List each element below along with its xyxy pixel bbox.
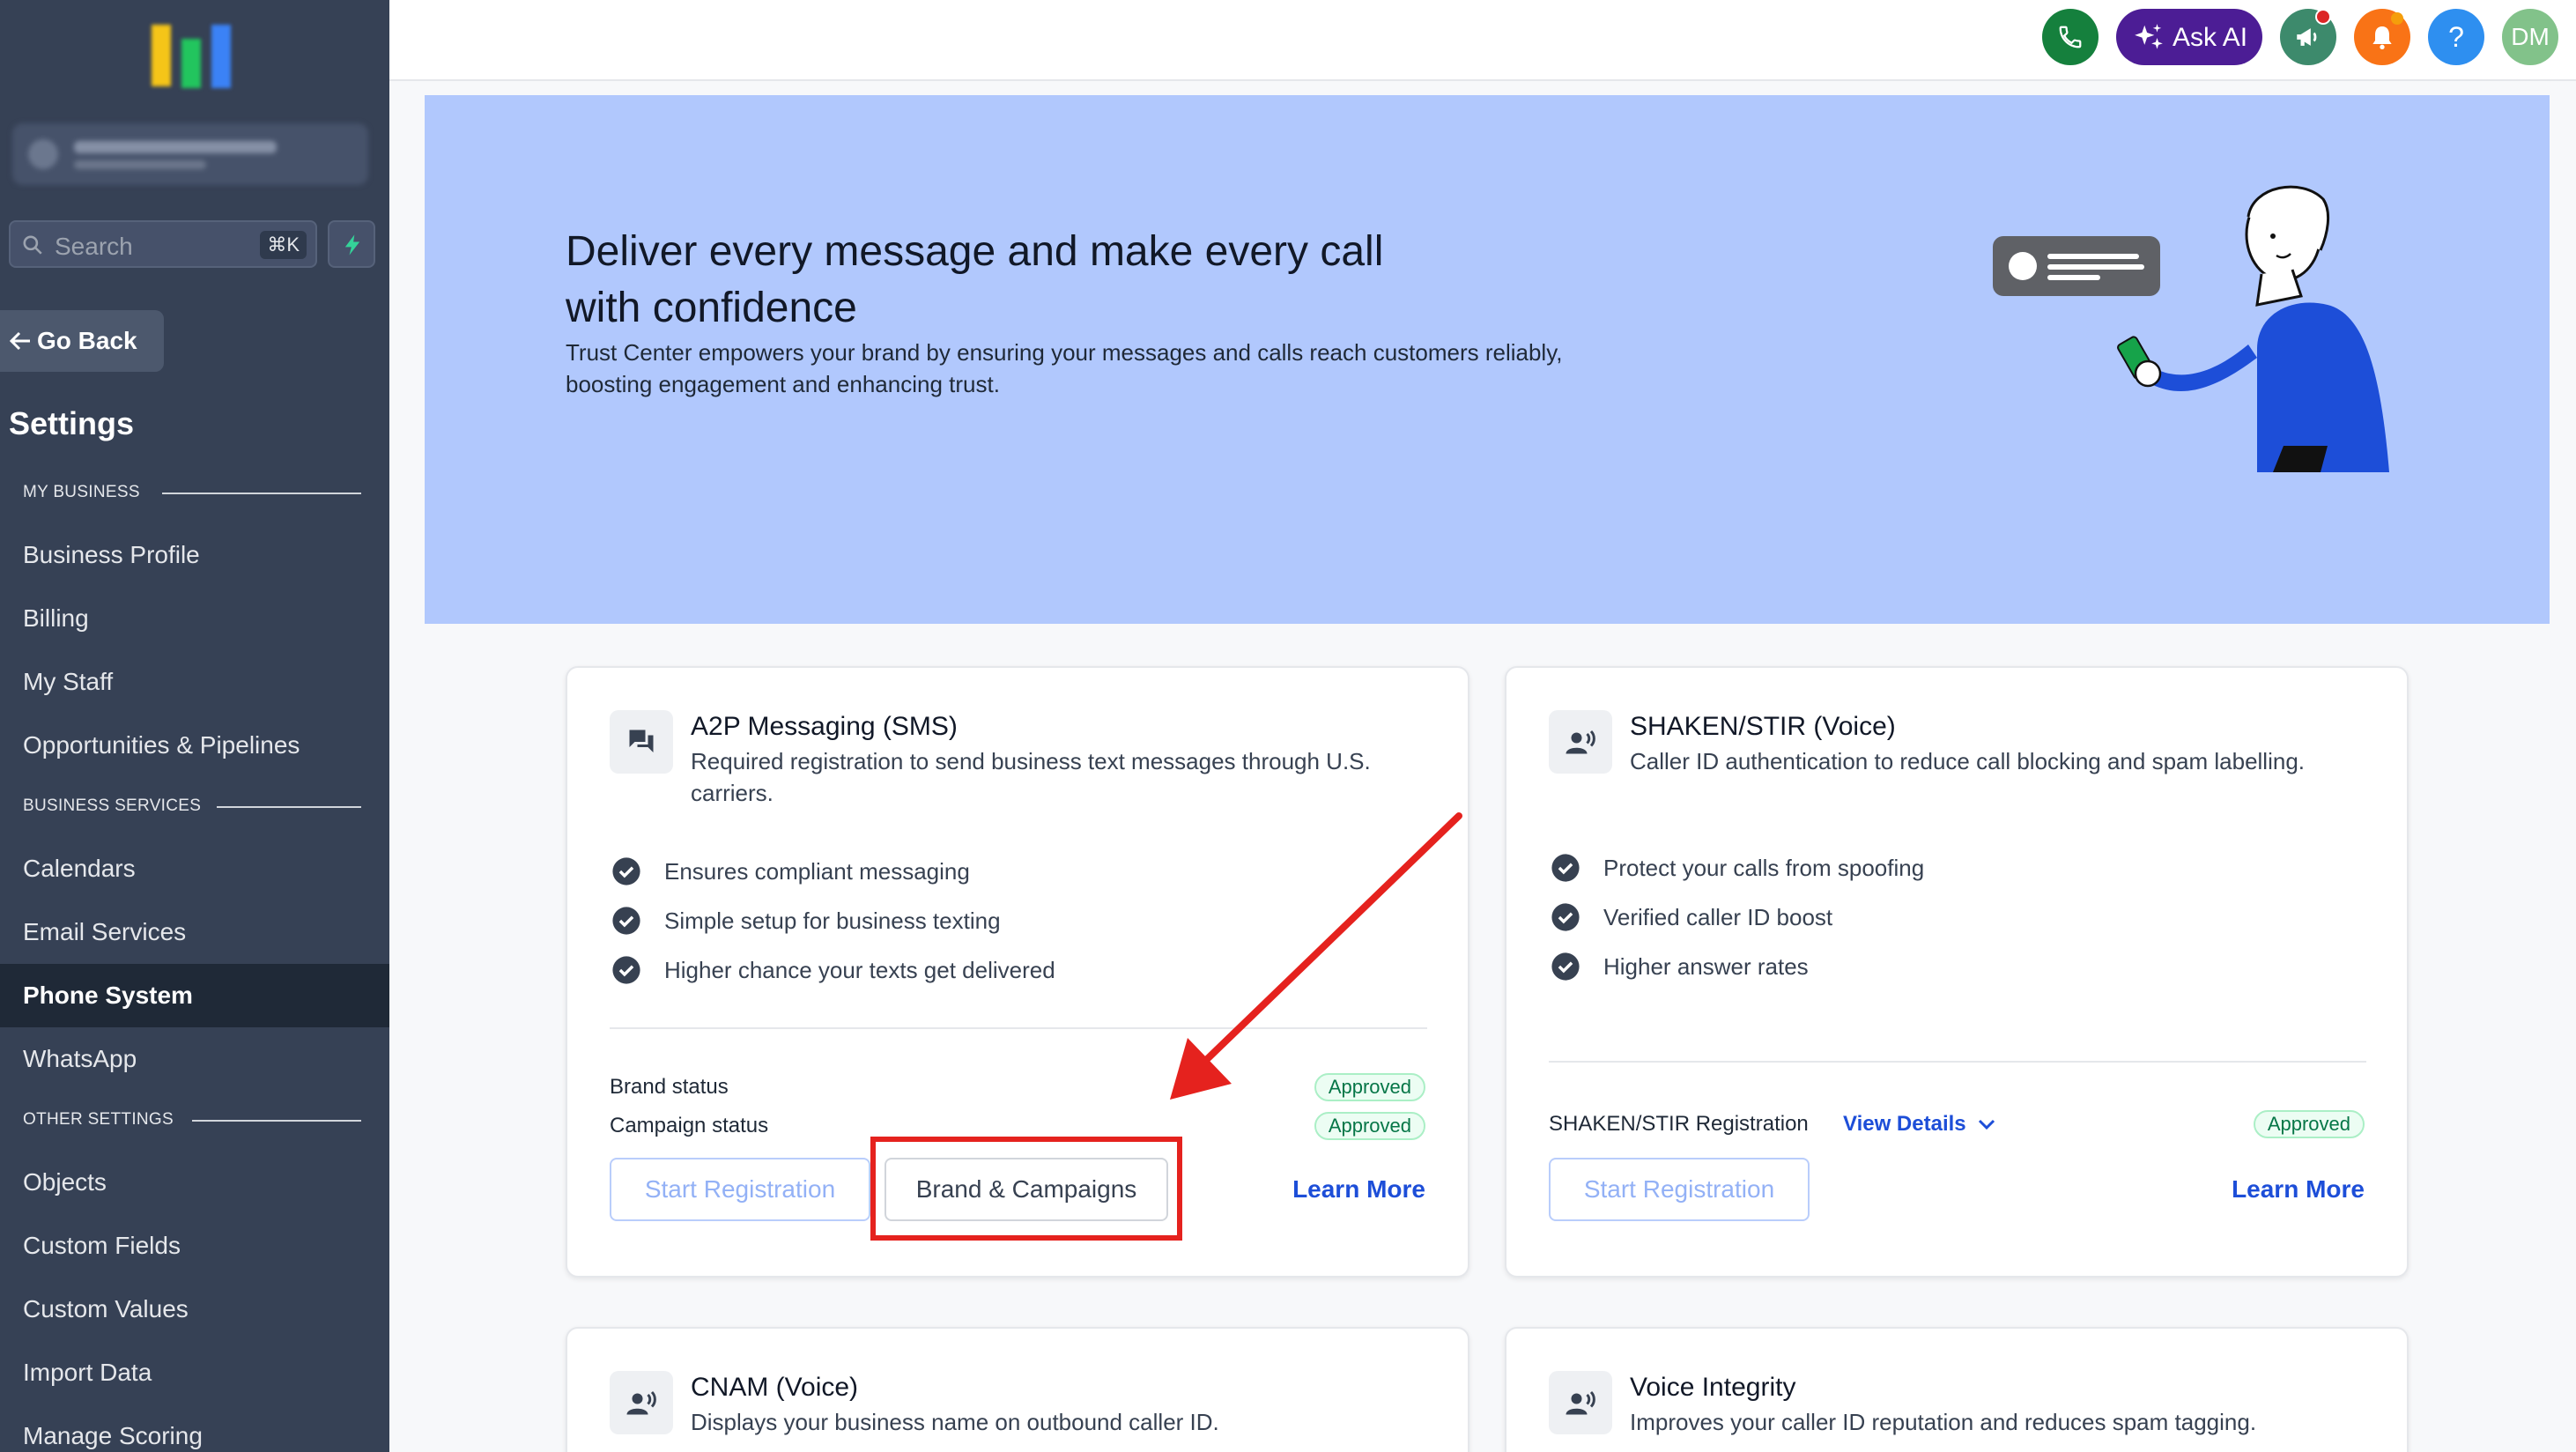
section-label: BUSINESS SERVICES xyxy=(23,796,202,815)
card-description: Displays your business name on outbound … xyxy=(691,1409,1219,1435)
sidebar-item-opportunities[interactable]: Opportunities & Pipelines xyxy=(0,714,389,777)
arrow-left-icon xyxy=(9,331,30,351)
check-circle-icon xyxy=(1551,854,1580,882)
feature-label: Protect your calls from spoofing xyxy=(1603,855,1925,881)
card-icon-container xyxy=(610,1371,673,1434)
feature-label: Simple setup for business texting xyxy=(664,908,1001,934)
start-registration-button[interactable]: Start Registration xyxy=(1549,1158,1810,1221)
voice-integrity-card: Voice Integrity Improves your caller ID … xyxy=(1505,1327,2409,1452)
check-circle-icon xyxy=(612,907,640,935)
go-back-button[interactable]: Go Back xyxy=(0,310,164,372)
section-label: MY BUSINESS xyxy=(23,483,140,501)
notification-dot xyxy=(2391,12,2403,25)
sidebar-item-business-profile[interactable]: Business Profile xyxy=(0,523,389,587)
card-icon-container xyxy=(1549,1371,1612,1434)
sidebar-item-manage-scoring[interactable]: Manage Scoring xyxy=(0,1404,389,1452)
feature-label: Higher answer rates xyxy=(1603,953,1809,980)
sidebar-search[interactable]: Search ⌘K xyxy=(9,220,317,268)
sidebar-item-calendars[interactable]: Calendars xyxy=(0,837,389,900)
quick-actions-button[interactable] xyxy=(328,220,375,268)
sidebar-item-custom-values[interactable]: Custom Values xyxy=(0,1278,389,1341)
view-details-link[interactable]: View Details xyxy=(1843,1112,1996,1137)
card-icon-container xyxy=(610,710,673,774)
avatar-initials: DM xyxy=(2511,23,2550,50)
card-title: A2P Messaging (SMS) xyxy=(691,712,958,741)
check-circle-icon xyxy=(1551,952,1580,981)
section-label: OTHER SETTINGS xyxy=(23,1110,174,1129)
chat-bubbles-icon xyxy=(629,730,654,752)
help-button[interactable]: ? xyxy=(2428,9,2484,65)
notification-dot xyxy=(2315,9,2331,25)
campaign-status-label: Campaign status xyxy=(610,1114,769,1137)
learn-more-link[interactable]: Learn More xyxy=(1292,1175,1425,1204)
sidebar-item-whatsapp[interactable]: WhatsApp xyxy=(0,1027,389,1091)
megaphone-icon xyxy=(2297,28,2317,46)
go-back-label: Go Back xyxy=(37,327,137,354)
sidebar: Search ⌘K Go Back Settings MY BUSINESS B… xyxy=(0,0,389,1452)
voice-person-icon xyxy=(1566,1390,1595,1415)
learn-more-link[interactable]: Learn More xyxy=(2232,1175,2365,1204)
cnam-card: CNAM (Voice) Displays your business name… xyxy=(566,1327,1469,1452)
card-description: Improves your caller ID reputation and r… xyxy=(1630,1409,2257,1435)
sidebar-item-phone-system[interactable]: Phone System xyxy=(0,964,389,1027)
settings-heading: Settings xyxy=(9,405,135,441)
search-placeholder: Search xyxy=(55,233,133,260)
sidebar-item-email-services[interactable]: Email Services xyxy=(0,900,389,964)
sidebar-item-billing[interactable]: Billing xyxy=(0,587,389,650)
voice-person-icon xyxy=(626,1390,656,1415)
bell-icon xyxy=(2372,26,2392,49)
account-switcher[interactable] xyxy=(12,123,368,185)
ask-ai-button[interactable]: Ask AI xyxy=(2116,9,2262,65)
sidebar-item-my-staff[interactable]: My Staff xyxy=(0,650,389,714)
card-description: Caller ID authentication to reduce call … xyxy=(1630,748,2305,774)
banner-title: Deliver every message and make every cal… xyxy=(566,228,1384,331)
lightning-icon xyxy=(344,234,360,256)
shaken-status-badge: Approved xyxy=(2253,1110,2365,1138)
highlight-box xyxy=(870,1137,1182,1241)
card-icon-container xyxy=(1549,710,1612,774)
search-icon xyxy=(23,235,42,255)
card-title: Voice Integrity xyxy=(1630,1373,1796,1402)
sidebar-item-objects[interactable]: Objects xyxy=(0,1151,389,1214)
card-title: CNAM (Voice) xyxy=(691,1373,859,1402)
person-with-phone-illustration xyxy=(1993,185,2389,472)
app-logo xyxy=(148,18,236,97)
voice-person-icon xyxy=(1566,730,1595,754)
help-icon: ? xyxy=(2448,21,2464,53)
feature-label: Ensures compliant messaging xyxy=(664,858,970,885)
view-details-label: View Details xyxy=(1843,1112,1966,1136)
phone-icon xyxy=(2059,26,2082,48)
start-registration-button[interactable]: Start Registration xyxy=(610,1158,870,1221)
sidebar-item-custom-fields[interactable]: Custom Fields xyxy=(0,1214,389,1278)
feature-label: Higher chance your texts get delivered xyxy=(664,957,1055,983)
section-other-settings: OTHER SETTINGS xyxy=(23,1110,361,1130)
check-circle-icon xyxy=(1551,903,1580,931)
ask-ai-label: Ask AI xyxy=(2173,23,2248,52)
trust-center-banner: Deliver every message and make every cal… xyxy=(425,95,2550,624)
shaken-registration-label: SHAKEN/STIR Registration xyxy=(1549,1112,1809,1136)
banner-subtitle: Trust Center empowers your brand by ensu… xyxy=(566,339,1563,397)
brand-status-label: Brand status xyxy=(610,1075,729,1099)
card-title: SHAKEN/STIR (Voice) xyxy=(1630,712,1896,741)
feature-label: Verified caller ID boost xyxy=(1603,904,1833,930)
check-circle-icon xyxy=(612,956,640,984)
phone-button[interactable] xyxy=(2042,9,2099,65)
annotation-arrow xyxy=(1170,812,1462,1100)
chevron-down-icon xyxy=(1979,1119,1995,1130)
section-business-services: BUSINESS SERVICES xyxy=(23,796,361,816)
sparkle-icon xyxy=(2135,24,2163,49)
search-shortcut: ⌘K xyxy=(260,231,307,259)
user-avatar[interactable]: DM xyxy=(2502,9,2558,65)
card-description: Required registration to send business t… xyxy=(691,748,1371,806)
section-my-business: MY BUSINESS xyxy=(23,483,361,502)
card-divider xyxy=(1549,1061,2366,1063)
shaken-stir-card: SHAKEN/STIR (Voice) Caller ID authentica… xyxy=(1505,666,2409,1278)
sidebar-item-import-data[interactable]: Import Data xyxy=(0,1341,389,1404)
check-circle-icon xyxy=(612,857,640,885)
